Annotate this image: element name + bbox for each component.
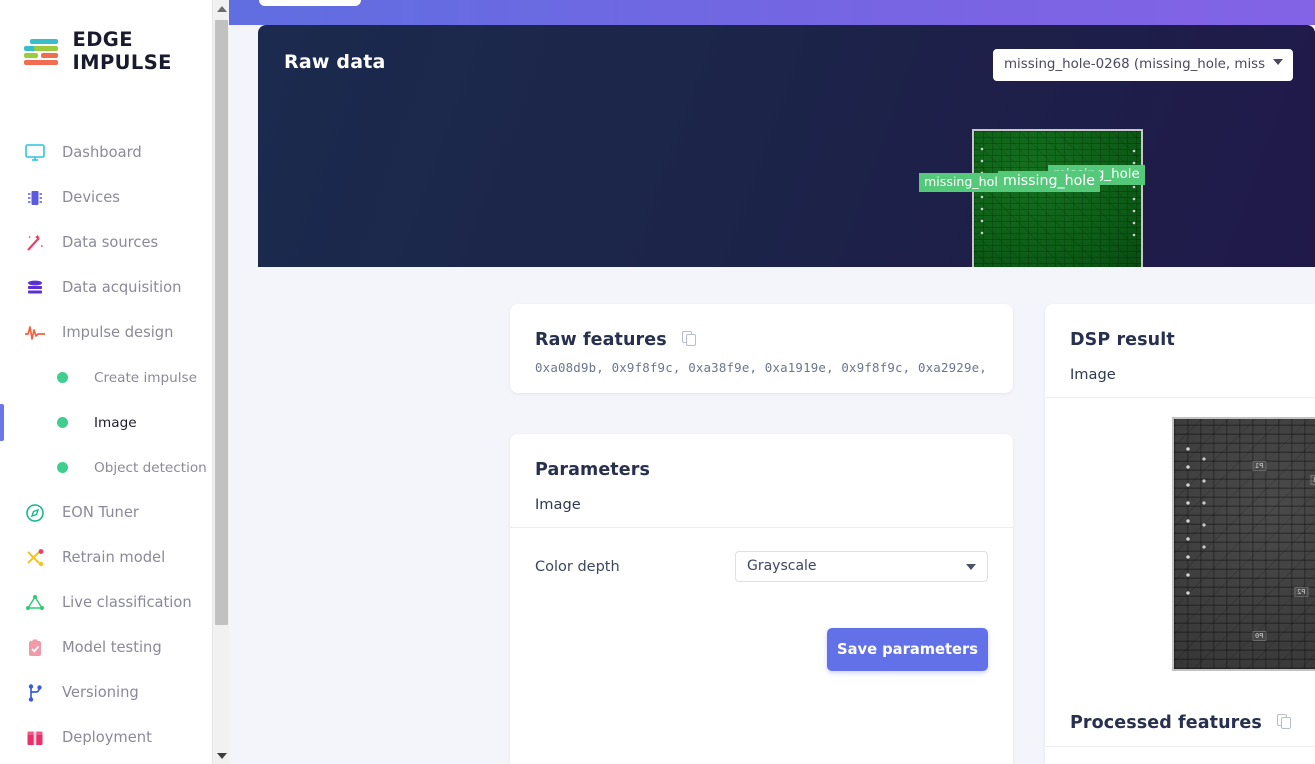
magic-wand-icon: ✦: [24, 232, 46, 254]
parameters-title: Parameters: [535, 460, 650, 480]
copy-icon[interactable]: [1277, 714, 1292, 730]
parameters-subtitle: Image: [535, 496, 581, 513]
main-content: Raw data missing_hole-0268 (missing_hole…: [229, 0, 1315, 764]
waveform-icon: [24, 322, 46, 344]
dsp-result-title: DSP result: [1070, 330, 1175, 350]
pcb-grayscale-dsp-image: P1 P3 P2 P0 DOWNLOADS: [1172, 417, 1315, 671]
sidebar-item-create-impulse[interactable]: Create impulse: [0, 355, 229, 400]
bounding-box-label: missing_hole: [998, 171, 1100, 192]
sidebar-item-label: Object detection: [94, 459, 207, 476]
neural-net-icon: [24, 592, 46, 614]
edge-impulse-logo-icon: [24, 37, 61, 65]
sidebar-item-label: Dashboard: [62, 144, 142, 161]
raw-features-title: Raw features: [535, 330, 667, 350]
git-branch-icon: [24, 682, 46, 704]
sidebar-nav: Dashboard Devices ✦ Data sources Data ac…: [0, 130, 229, 764]
green-dot-icon: [57, 417, 68, 428]
dsp-board-graphic: [1174, 419, 1315, 669]
sidebar-item-model-testing[interactable]: Model testing: [0, 625, 229, 670]
bounding-box-label: missing_hole: [919, 173, 1011, 192]
sidebar-item-eon-tuner[interactable]: EON Tuner: [0, 490, 229, 535]
sidebar-item-label: Data sources: [62, 234, 159, 251]
sidebar-item-label: Versioning: [62, 684, 139, 701]
chip-label: P2: [1294, 587, 1309, 597]
sidebar-item-live-classification[interactable]: Live classification: [0, 580, 229, 625]
sidebar-item-label: Create impulse: [94, 369, 197, 386]
pcb-raw-image: [972, 129, 1143, 267]
scroll-up-arrow-icon[interactable]: [213, 0, 229, 17]
chip-label: P1: [1252, 461, 1267, 471]
sidebar-item-label: Devices: [62, 189, 120, 206]
color-depth-row: Color depth Grayscale: [535, 551, 988, 582]
sidebar-item-label: Data acquisition: [62, 279, 182, 296]
database-icon: [24, 277, 46, 299]
divider: [1045, 397, 1315, 398]
brand-logo[interactable]: EDGE IMPULSE: [0, 0, 229, 74]
sidebar-item-label: Model testing: [62, 639, 162, 656]
green-dot-icon: [57, 462, 68, 473]
raw-data-panel: Raw data missing_hole-0268 (missing_hole…: [258, 25, 1315, 267]
sidebar: EDGE IMPULSE Dashboard Devices ✦ Data so…: [0, 0, 229, 764]
color-depth-label: Color depth: [535, 558, 620, 575]
sidebar-item-impulse-design[interactable]: Impulse design: [0, 310, 229, 355]
dsp-result-card: DSP result Image P1 P3 P2 P0 DOWNLOADS P…: [1045, 304, 1315, 764]
pcb-board-graphic: [974, 131, 1141, 267]
sidebar-item-dashboard[interactable]: Dashboard: [0, 130, 229, 175]
clipboard-check-icon: [24, 637, 46, 659]
content-area: Raw data missing_hole-0268 (missing_hole…: [229, 25, 1315, 764]
device-chip-icon: [24, 187, 46, 209]
sidebar-item-data-sources[interactable]: ✦ Data sources: [0, 220, 229, 265]
green-dot-icon: [57, 372, 68, 383]
sidebar-item-devices[interactable]: Devices: [0, 175, 229, 220]
box-package-icon: [24, 727, 46, 749]
top-tab-pill[interactable]: [259, 0, 361, 6]
scroll-down-arrow-icon[interactable]: [213, 747, 229, 764]
chip-label: P3: [1310, 475, 1315, 485]
copy-icon[interactable]: [681, 331, 697, 347]
sidebar-item-label: Live classification: [62, 594, 192, 611]
sidebar-item-image[interactable]: Image: [0, 400, 229, 445]
dsp-result-subtitle: Image: [1070, 366, 1116, 383]
save-parameters-button[interactable]: Save parameters: [827, 628, 988, 671]
brand-name: EDGE IMPULSE: [72, 28, 172, 74]
sidebar-item-deployment[interactable]: Deployment: [0, 715, 229, 760]
dashboard-monitor-icon: [24, 142, 46, 164]
sidebar-item-label: Retrain model: [62, 549, 166, 566]
sidebar-item-label: Image: [94, 414, 137, 431]
retrain-shuffle-icon: [24, 547, 46, 569]
compass-icon: [24, 502, 46, 524]
svg-text:✦: ✦: [34, 233, 41, 242]
sample-select[interactable]: missing_hole-0268 (missing_hole, missi: [993, 49, 1293, 81]
raw-features-values: 0xa08d9b, 0x9f8f9c, 0xa38f9e, 0xa1919e, …: [535, 360, 995, 375]
sidebar-item-label: EON Tuner: [62, 504, 139, 521]
raw-features-card: Raw features 0xa08d9b, 0x9f8f9c, 0xa38f9…: [510, 304, 1013, 393]
raw-data-title: Raw data: [284, 51, 386, 73]
chip-label: P0: [1252, 631, 1267, 641]
active-indicator: [0, 404, 4, 441]
app-root: EDGE IMPULSE Dashboard Devices ✦ Data so…: [0, 0, 1315, 764]
sidebar-item-label: Deployment: [62, 729, 152, 746]
sidebar-item-data-acquisition[interactable]: Data acquisition: [0, 265, 229, 310]
sidebar-item-label: Impulse design: [62, 324, 174, 341]
top-header-bar: [229, 0, 1315, 25]
color-depth-select-wrap: Grayscale: [735, 551, 988, 582]
parameters-card: Parameters Image Color depth Grayscale S…: [510, 434, 1013, 764]
processed-features-title: Processed features: [1070, 713, 1262, 733]
divider: [510, 527, 1013, 528]
color-depth-select[interactable]: Grayscale: [735, 551, 988, 582]
sidebar-item-retrain-model[interactable]: Retrain model: [0, 535, 229, 580]
sidebar-scrollbar[interactable]: [212, 0, 229, 764]
sidebar-item-versioning[interactable]: Versioning: [0, 670, 229, 715]
sidebar-item-object-detection[interactable]: Object detection: [0, 445, 229, 490]
divider: [1045, 746, 1315, 747]
raw-features-heading: Raw features: [535, 330, 697, 350]
processed-features-heading: Processed features: [1070, 713, 1292, 733]
scrollbar-thumb[interactable]: [215, 20, 228, 625]
